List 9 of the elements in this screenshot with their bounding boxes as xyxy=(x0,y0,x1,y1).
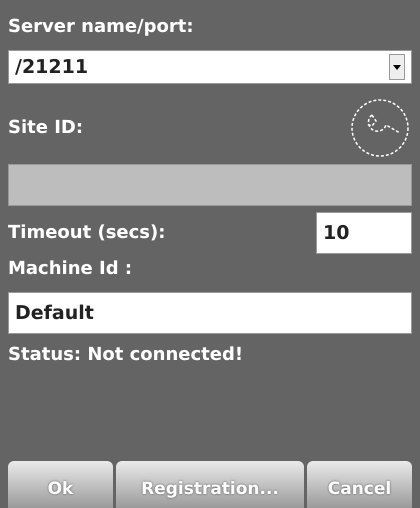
field-label: Machine Id : xyxy=(8,260,134,278)
caret-icon xyxy=(389,54,405,80)
field-label: Server name/port: xyxy=(8,18,195,36)
status-text: Status: Not connected! xyxy=(8,346,244,364)
timeout-field[interactable]: 10 xyxy=(316,212,412,254)
server-dropdown[interactable]: /21211 xyxy=(8,50,412,84)
field-label: Timeout (secs): xyxy=(8,224,166,242)
machine-id-field[interactable]: Default xyxy=(8,292,412,334)
field-label: Site ID: xyxy=(8,119,84,137)
